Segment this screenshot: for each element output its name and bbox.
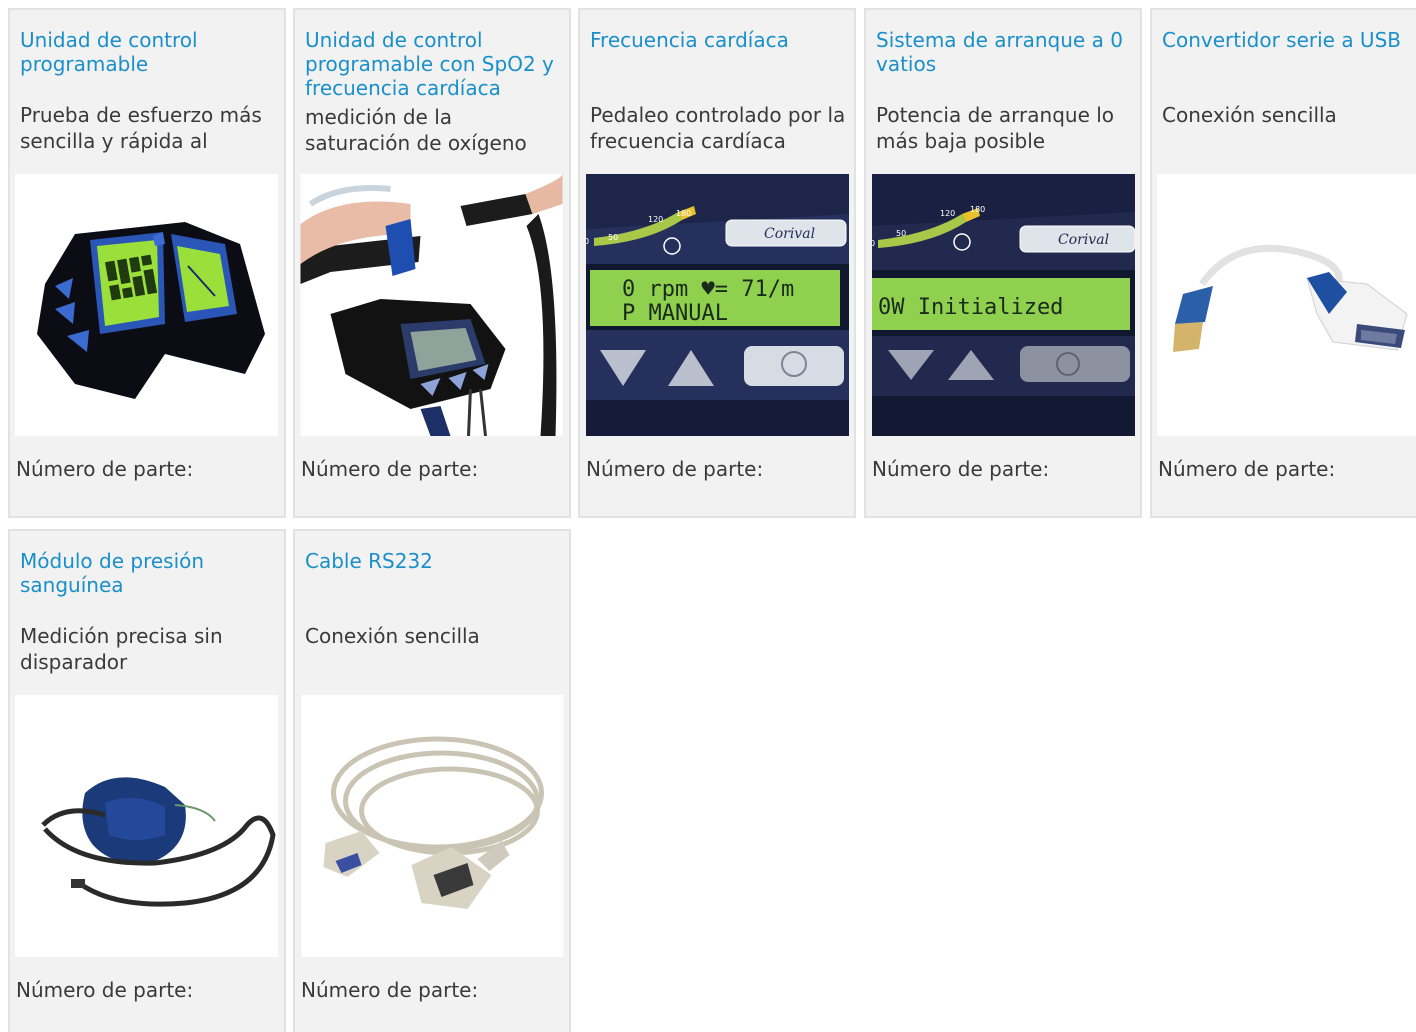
- product-description: Pedaleo controlado por la frecuencia car…: [590, 103, 846, 153]
- product-title-link[interactable]: Módulo de presión sanguínea: [20, 549, 276, 597]
- brand-label: Corival: [764, 226, 815, 242]
- product-card-zero-watt: Sistema de arranque a 0 vatios Potencia …: [864, 8, 1142, 518]
- rs232-cable-icon[interactable]: [301, 695, 564, 957]
- product-title-link[interactable]: Sistema de arranque a 0 vatios: [876, 28, 1132, 76]
- part-number-label: Número de parte:: [301, 978, 479, 1002]
- control-unit-icon[interactable]: ████ ███ █████ ██ ███ ████ ██ █████: [15, 174, 278, 436]
- part-number-label: Número de parte:: [301, 457, 479, 481]
- scale-label: 0: [586, 237, 589, 246]
- product-title-link[interactable]: Frecuencia cardíaca: [590, 28, 846, 52]
- lcd-line-1: 0W Initialized: [878, 295, 1063, 320]
- scale-label: 120: [940, 209, 955, 218]
- lcd-line-2: P MANUAL: [622, 301, 728, 326]
- part-number-label: Número de parte:: [872, 457, 1050, 481]
- lcd-line-1: 0 rpm ♥= 71/m: [622, 277, 794, 302]
- scale-label: 50: [608, 233, 618, 242]
- brand-label: Corival: [1058, 232, 1109, 248]
- product-description: Potencia de arranque lo más baja posible: [876, 103, 1115, 153]
- product-description: Medición precisa sin disparador: [20, 624, 223, 674]
- scale-label: 50: [896, 229, 906, 238]
- scale-label: 180: [676, 209, 691, 218]
- heart-rate-display-icon[interactable]: 0 50 120 180 Corival 0 rpm ♥= 71/m P MAN…: [586, 174, 849, 436]
- product-title-link[interactable]: Convertidor serie a USB: [1162, 28, 1416, 52]
- product-title-link[interactable]: Unidad de control programable con SpO2 y…: [305, 28, 561, 100]
- bike-control-unit-icon[interactable]: [300, 174, 563, 436]
- product-card-spo2-control-unit: Unidad de control programable con SpO2 y…: [293, 8, 571, 518]
- product-description: Prueba de esfuerzo más sencilla y rápida…: [20, 103, 262, 153]
- part-number-label: Número de parte:: [1158, 457, 1336, 481]
- part-number-label: Número de parte:: [586, 457, 764, 481]
- scale-label: 120: [648, 215, 663, 224]
- blood-pressure-cuff-icon[interactable]: [15, 695, 278, 957]
- product-card-control-unit: Unidad de control programable Prueba de …: [8, 8, 286, 518]
- scale-label: 0: [872, 239, 875, 248]
- zero-watt-display-icon[interactable]: 0 50 120 180 Corival 0W Initialized: [872, 174, 1135, 436]
- product-description: Conexión sencilla: [305, 624, 480, 648]
- product-description: medición de la saturación de oxígeno: [305, 105, 527, 155]
- part-number-label: Número de parte:: [16, 978, 194, 1002]
- product-title-link[interactable]: Unidad de control programable: [20, 28, 276, 76]
- product-card-usb-converter: Convertidor serie a USB Conexión sencill…: [1150, 8, 1416, 518]
- product-description: Conexión sencilla: [1162, 103, 1337, 127]
- product-card-blood-pressure: Módulo de presión sanguínea Medición pre…: [8, 529, 286, 1032]
- part-number-label: Número de parte:: [16, 457, 194, 481]
- usb-serial-cable-icon[interactable]: [1157, 174, 1416, 436]
- product-title-link[interactable]: Cable RS232: [305, 549, 561, 573]
- product-card-heart-rate: Frecuencia cardíaca Pedaleo controlado p…: [578, 8, 856, 518]
- scale-label: 180: [970, 205, 985, 214]
- product-card-rs232-cable: Cable RS232 Conexión sencilla Número de …: [293, 529, 571, 1032]
